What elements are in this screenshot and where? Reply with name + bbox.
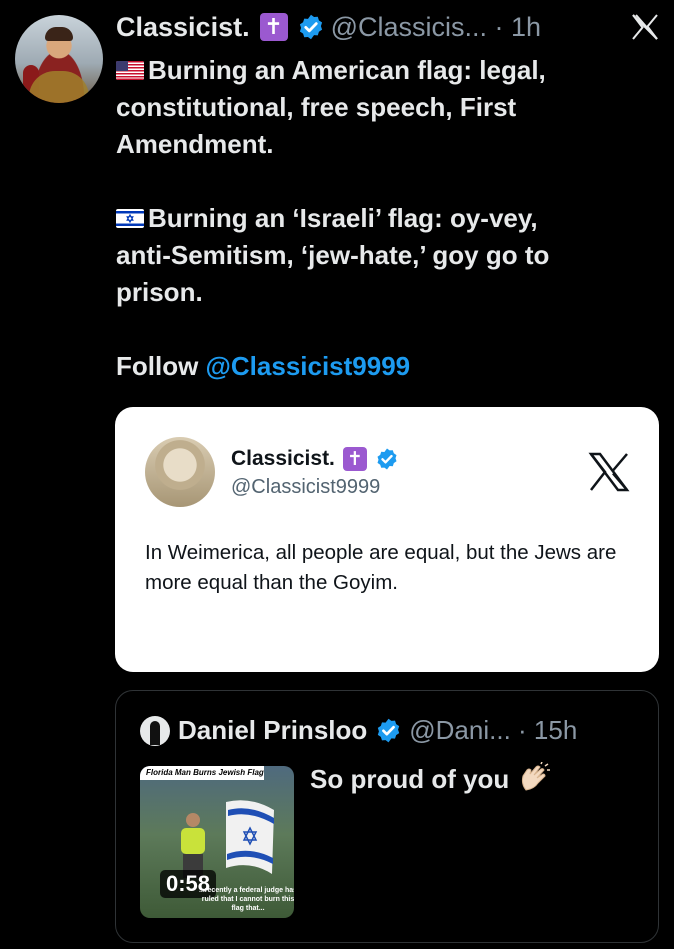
avatar-armor xyxy=(29,71,89,103)
verified-badge-icon xyxy=(299,14,322,40)
x-logo-icon[interactable] xyxy=(630,12,660,42)
nested-author-handle-time: @Dani... · 15h xyxy=(409,715,578,745)
quoted-author-name: Classicist. xyxy=(231,447,335,470)
author-name[interactable]: Classicist. xyxy=(116,12,250,43)
cross-badge-icon: ✝ xyxy=(259,13,288,41)
video-thumbnail[interactable]: Florida Man Burns Jewish Flag 0:58 ...re… xyxy=(140,766,294,918)
quoted-author-avatar[interactable] xyxy=(145,437,215,507)
post-header: Classicist. ✝ @Classicis... · 1h xyxy=(116,10,541,44)
x-logo-icon xyxy=(588,452,630,492)
author-avatar[interactable] xyxy=(15,15,103,103)
nested-quote-text-label: So proud of you xyxy=(310,763,510,794)
nested-quote-post[interactable]: Daniel Prinsloo @Dani... · 15h Florida M… xyxy=(115,690,659,943)
post-line-4 xyxy=(116,163,656,200)
israel-flag-icon xyxy=(226,800,274,874)
quoted-author-row: Classicist. ✝ xyxy=(231,447,399,471)
post-line-1: Burning an American flag: legal, xyxy=(116,52,656,89)
clapping-hands-icon xyxy=(522,762,551,791)
post-line-1-text: Burning an American flag: legal, xyxy=(148,55,546,85)
quoted-author-handle: @Classicist9999 xyxy=(231,476,381,498)
quoted-verified-badge-icon xyxy=(377,448,397,470)
post-line-5: Burning an ‘Israeli’ flag: oy-vey, xyxy=(116,200,656,237)
mention-link[interactable]: @Classicist9999 xyxy=(206,351,411,381)
israel-flag-icon xyxy=(116,209,144,228)
post-text: Burning an American flag: legal, constit… xyxy=(116,52,656,385)
nested-quote-text: So proud of you xyxy=(310,762,551,796)
quoted-post-text: In Weimerica, all people are equal, but … xyxy=(145,541,617,594)
post-line-3: Amendment. xyxy=(116,129,274,159)
avatar-hair xyxy=(45,27,73,41)
avatar-figure xyxy=(150,721,160,745)
nested-author-name: Daniel Prinsloo xyxy=(178,715,368,745)
post-line-8 xyxy=(116,311,656,348)
follow-text: Follow xyxy=(116,351,206,381)
post-line-2: constitutional, free speech, First xyxy=(116,92,517,122)
nested-author-avatar[interactable] xyxy=(140,716,170,746)
nested-verified-badge-icon xyxy=(378,718,400,743)
video-caption: ...recently a federal judge has ruled th… xyxy=(198,887,294,912)
author-handle-time[interactable]: @Classicis... · 1h xyxy=(331,12,541,43)
nested-author-row: Daniel Prinsloo @Dani... · 15h xyxy=(178,715,577,746)
video-banner-text: Florida Man Burns Jewish Flag xyxy=(140,766,264,780)
us-flag-icon xyxy=(116,61,144,80)
quoted-cross-badge-icon: ✝ xyxy=(342,447,367,471)
quoted-post-card[interactable]: Classicist. ✝ @Classicist9999 In Weimeri… xyxy=(115,407,659,672)
post-line-5-text: Burning an ‘Israeli’ flag: oy-vey, xyxy=(148,203,538,233)
post-line-7: prison. xyxy=(116,277,203,307)
post-line-6: anti-Semitism, ‘jew-hate,’ goy go to xyxy=(116,240,550,270)
post-line-9: Follow @Classicist9999 xyxy=(116,348,656,385)
